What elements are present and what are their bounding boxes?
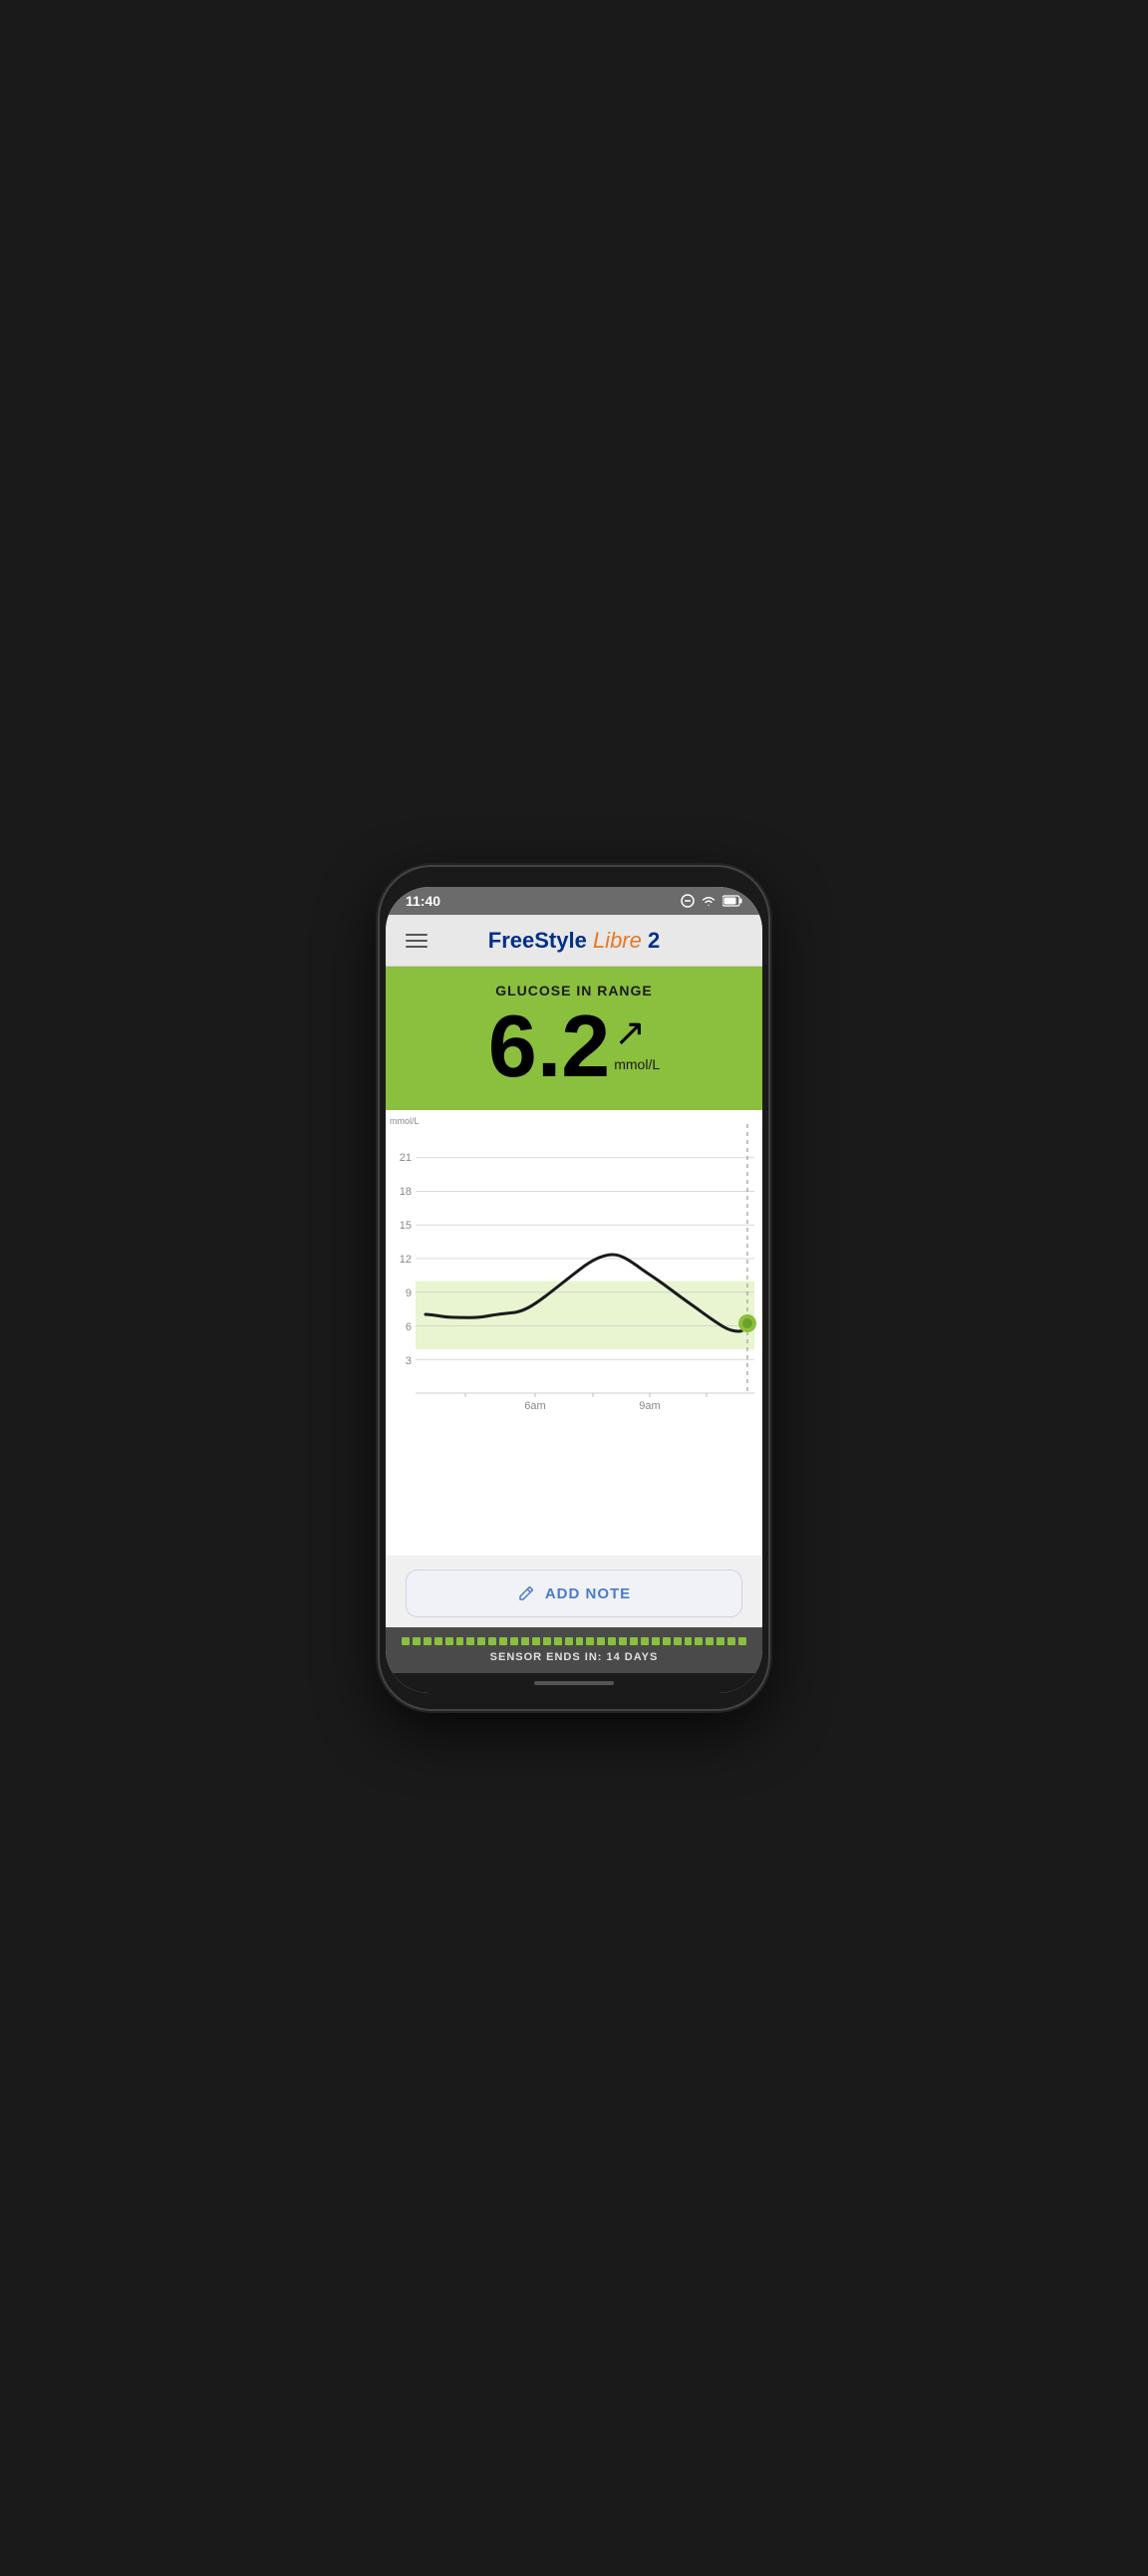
add-note-button[interactable]: ADD NOTE — [406, 1570, 742, 1617]
sensor-dot — [424, 1637, 431, 1645]
y-label-15: 15 — [400, 1220, 412, 1232]
sensor-dot — [663, 1637, 671, 1645]
glucose-unit: mmol/L — [614, 1056, 660, 1072]
sensor-dot — [510, 1637, 518, 1645]
add-note-label: ADD NOTE — [545, 1585, 631, 1602]
sensor-dot — [685, 1637, 693, 1645]
sensor-dot — [554, 1637, 562, 1645]
home-bar — [534, 1681, 614, 1685]
sensor-dot — [652, 1637, 660, 1645]
phone-screen: 11:40 — [386, 887, 762, 1693]
menu-line-3 — [406, 946, 428, 948]
current-glucose-dot-inner — [742, 1318, 752, 1328]
y-label-18: 18 — [400, 1186, 412, 1198]
sensor-dot — [456, 1637, 464, 1645]
sensor-dot — [543, 1637, 551, 1645]
do-not-disturb-icon — [681, 894, 695, 908]
sensor-dot — [608, 1637, 616, 1645]
logo-2: 2 — [642, 928, 660, 953]
sensor-dot — [402, 1637, 410, 1645]
app-logo: FreeStyle Libre 2 — [431, 928, 717, 954]
sensor-dot — [466, 1637, 474, 1645]
menu-line-2 — [406, 940, 428, 942]
home-indicator — [386, 1673, 762, 1693]
sensor-dot — [630, 1637, 638, 1645]
sensor-countdown-text: SENSOR ENDS IN: 14 DAYS — [402, 1651, 746, 1663]
menu-line-1 — [406, 934, 428, 936]
y-label-9: 9 — [406, 1288, 412, 1299]
phone-notch — [524, 875, 624, 883]
hamburger-menu-button[interactable] — [402, 930, 431, 952]
sensor-dot — [619, 1637, 627, 1645]
sensor-dot — [597, 1637, 605, 1645]
glucose-value: 6.2 — [488, 1002, 610, 1090]
y-label-21: 21 — [400, 1152, 412, 1164]
sensor-dot — [717, 1637, 724, 1645]
sensor-dot — [477, 1637, 485, 1645]
phone-frame: 11:40 — [380, 867, 768, 1709]
glucose-range-band — [416, 1282, 754, 1350]
logo-freestyle: FreeStyle — [488, 928, 587, 953]
sensor-dot — [674, 1637, 682, 1645]
sensor-dot — [532, 1637, 540, 1645]
battery-icon — [722, 895, 742, 907]
sensor-dot — [706, 1637, 714, 1645]
sensor-dot — [695, 1637, 703, 1645]
bottom-section: ADD NOTE — [386, 1556, 762, 1627]
glucose-value-row: 6.2 ↗ mmol/L — [406, 1002, 742, 1090]
sensor-dot — [488, 1637, 496, 1645]
app-header: FreeStyle Libre 2 — [386, 915, 762, 967]
sensor-dot — [641, 1637, 649, 1645]
y-label-12: 12 — [400, 1254, 412, 1266]
chart-y-axis-label: mmol/L — [390, 1116, 420, 1126]
logo-libre: Libre — [587, 928, 642, 953]
sensor-dot — [499, 1637, 507, 1645]
glucose-trend-arrow: ↗ — [614, 1014, 646, 1052]
pencil-icon — [517, 1584, 535, 1602]
sensor-dot — [576, 1637, 584, 1645]
glucose-banner: GLUCOSE IN RANGE 6.2 ↗ mmol/L — [386, 967, 762, 1110]
sensor-dots-row — [402, 1637, 746, 1645]
chart-container: mmol/L — [386, 1110, 762, 1556]
sensor-dot — [586, 1637, 594, 1645]
sensor-dot — [413, 1637, 421, 1645]
status-time: 11:40 — [406, 893, 440, 909]
glucose-chart: 21 18 15 12 9 6 3 6am 9am — [386, 1114, 762, 1433]
status-icons — [681, 894, 742, 908]
sensor-dot — [565, 1637, 573, 1645]
sensor-dot — [738, 1637, 746, 1645]
sensor-bar: SENSOR ENDS IN: 14 DAYS — [386, 1627, 762, 1673]
y-label-3: 3 — [406, 1355, 412, 1367]
sensor-dot — [521, 1637, 529, 1645]
glucose-arrow-unit: ↗ mmol/L — [614, 1014, 660, 1072]
y-label-6: 6 — [406, 1321, 412, 1333]
sensor-dot — [445, 1637, 453, 1645]
status-bar: 11:40 — [386, 887, 762, 915]
sensor-dot — [434, 1637, 442, 1645]
x-label-9am: 9am — [639, 1400, 660, 1412]
x-label-6am: 6am — [524, 1400, 545, 1412]
wifi-icon — [701, 895, 717, 907]
sensor-dot — [727, 1637, 735, 1645]
